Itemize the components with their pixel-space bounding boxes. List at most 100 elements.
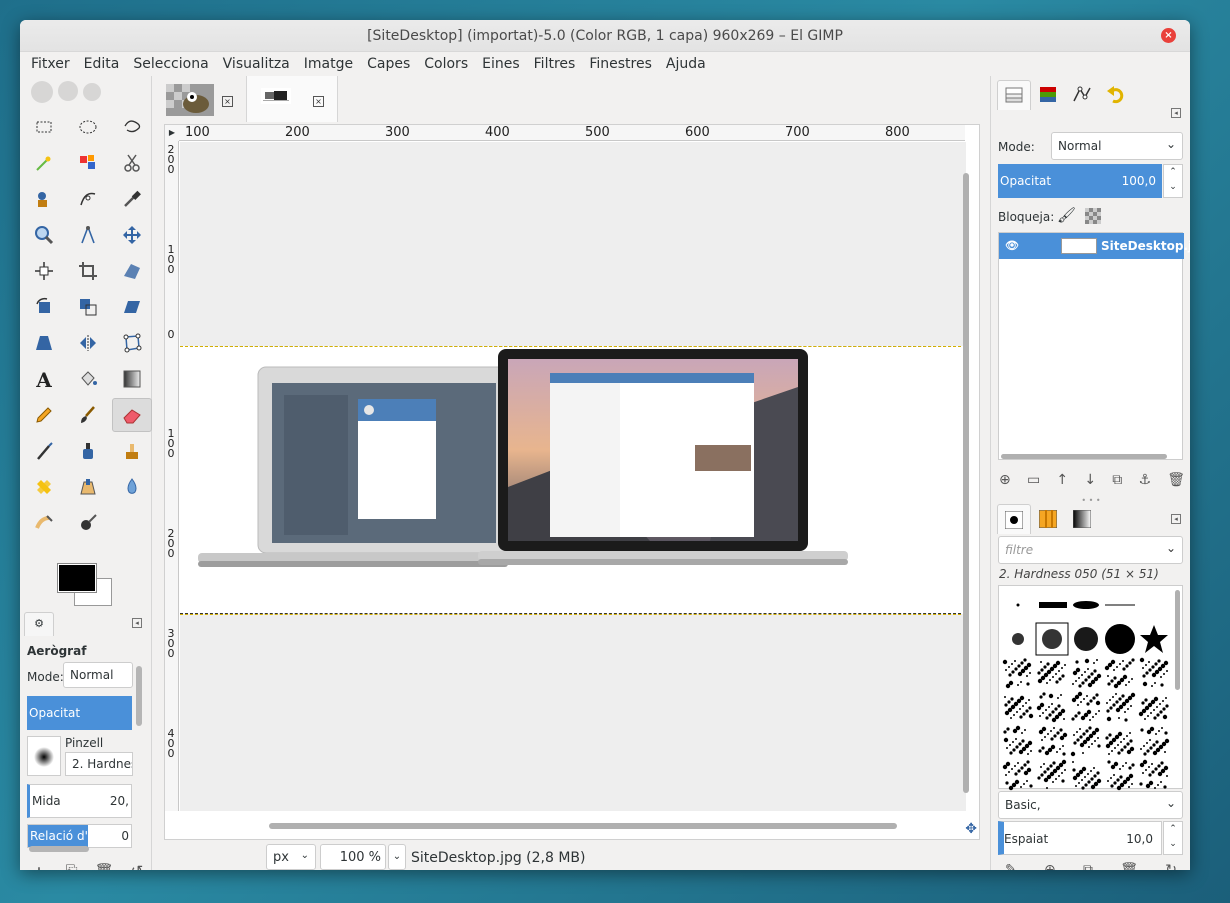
new-brush-icon[interactable]: ⊕ — [1044, 862, 1056, 870]
foreground-select-tool[interactable] — [24, 182, 64, 216]
zoom-dropdown-icon[interactable]: ⌄ — [388, 844, 406, 870]
horizontal-ruler[interactable]: 100 200 300 400 500 600 700 800 — [179, 125, 965, 141]
edit-brush-icon[interactable]: ✎ — [1005, 862, 1017, 870]
unit-select[interactable]: px ⌄ — [266, 844, 316, 870]
tab-undo-history[interactable] — [1099, 80, 1133, 110]
tab-patterns[interactable] — [1031, 504, 1065, 534]
rotate-tool[interactable] — [24, 290, 64, 324]
menu-eines[interactable]: Eines — [475, 56, 527, 72]
dodge-burn-tool[interactable] — [68, 506, 108, 540]
text-tool[interactable]: A — [24, 362, 64, 396]
close-icon[interactable]: × — [1161, 28, 1176, 43]
layer-opacity-slider[interactable]: Opacitat 100,0 — [998, 164, 1162, 198]
menu-visualitza[interactable]: Visualitza — [216, 56, 297, 72]
raise-layer-icon[interactable]: ↑ — [1056, 472, 1068, 488]
brush-cell[interactable] — [1001, 656, 1035, 690]
size-slider[interactable]: Mida 20, — [27, 784, 132, 818]
brush-cell[interactable] — [1035, 588, 1069, 622]
paintbrush-tool[interactable] — [68, 398, 108, 432]
menu-selecciona[interactable]: Selecciona — [126, 56, 215, 72]
ruler-corner-icon[interactable]: ▶ — [165, 125, 179, 141]
restore-options-icon[interactable]: ⎘ — [61, 862, 83, 870]
brush-cell[interactable] — [1001, 588, 1035, 622]
ink-tool[interactable] — [68, 434, 108, 468]
brush-cell[interactable] — [1103, 690, 1137, 724]
lock-alpha-icon[interactable] — [1085, 208, 1101, 224]
blur-tool[interactable] — [112, 470, 152, 504]
tool-options-tab[interactable]: ⚙ — [24, 612, 54, 636]
delete-layer-icon[interactable]: 🗑 — [1167, 472, 1185, 488]
zoom-tool[interactable] — [24, 218, 64, 252]
vertical-ruler[interactable]: 200 100 0 100 200 300 400 — [165, 141, 179, 811]
spacing-spinner[interactable]: ⌃ ⌄ — [1163, 821, 1183, 855]
canvas-hscroll[interactable] — [269, 823, 897, 829]
reset-options-icon[interactable]: ↺ — [126, 862, 148, 870]
navigate-icon[interactable]: ✥ — [965, 821, 977, 837]
opacity-slider[interactable]: Opacitat — [27, 696, 132, 730]
brush-cell[interactable] — [1137, 724, 1171, 758]
duplicate-layer-icon[interactable]: ⧉ — [1112, 472, 1122, 488]
layer-mode-select[interactable]: Normal ⌄ — [1051, 132, 1183, 160]
smudge-tool[interactable] — [24, 506, 64, 540]
lock-pixels-icon[interactable]: 🖌 — [1057, 206, 1076, 224]
measure-tool[interactable] — [68, 218, 108, 252]
menu-imatge[interactable]: Imatge — [297, 56, 360, 72]
menu-edita[interactable]: Edita — [77, 56, 127, 72]
refresh-brushes-icon[interactable]: ↻ — [1165, 862, 1177, 870]
delete-brush-icon[interactable]: 🗑 — [1120, 862, 1138, 870]
canvas[interactable] — [180, 142, 966, 811]
blend-tool[interactable] — [112, 362, 152, 396]
new-layer-icon[interactable]: ⊕ — [999, 472, 1011, 488]
unified-transform-tool[interactable] — [112, 254, 152, 288]
dock-menu-icon[interactable]: ◂ — [132, 618, 142, 628]
brush-cell[interactable] — [1001, 724, 1035, 758]
save-options-icon[interactable]: ⭳ — [28, 862, 50, 870]
image-tab-sitedesktop[interactable]: × — [246, 76, 338, 122]
brush-cell[interactable] — [1103, 622, 1137, 656]
foreground-color-swatch[interactable] — [57, 563, 97, 593]
dock-separator[interactable]: • • • — [991, 496, 1190, 505]
image-layer[interactable] — [180, 346, 966, 614]
brush-cell[interactable] — [1069, 622, 1103, 656]
zoom-field[interactable]: 100 % — [320, 844, 386, 870]
brush-cell[interactable] — [1001, 758, 1035, 792]
brush-filter-input[interactable]: filtre ⌄ — [998, 536, 1183, 564]
rect-select-tool[interactable] — [24, 110, 64, 144]
brush-preview[interactable] — [27, 736, 61, 776]
brush-cell[interactable] — [1137, 622, 1171, 656]
brush-cell[interactable] — [1137, 588, 1171, 622]
brush-cell[interactable] — [1103, 724, 1137, 758]
align-tool[interactable] — [24, 254, 64, 288]
perspective-clone-tool[interactable] — [68, 470, 108, 504]
scissors-tool[interactable] — [112, 146, 152, 180]
menu-filtres[interactable]: Filtres — [527, 56, 583, 72]
duplicate-brush-icon[interactable]: ⧉ — [1083, 862, 1093, 870]
tab-layers[interactable] — [997, 80, 1031, 110]
layer-opacity-spinner[interactable]: ⌃ ⌄ — [1163, 164, 1183, 198]
dock-menu-icon[interactable]: ◂ — [1171, 514, 1181, 524]
crop-tool[interactable] — [68, 254, 108, 288]
tool-options-vscroll[interactable] — [136, 666, 142, 726]
brush-cell[interactable] — [1069, 656, 1103, 690]
brush-cell[interactable] — [1035, 656, 1069, 690]
brush-cell[interactable] — [1069, 724, 1103, 758]
brush-cell[interactable] — [1137, 690, 1171, 724]
new-layer-group-icon[interactable]: ▭ — [1027, 472, 1040, 488]
close-tab-icon[interactable]: × — [313, 96, 324, 107]
paths-tool[interactable] — [68, 182, 108, 216]
heal-tool[interactable] — [24, 470, 64, 504]
spacing-slider[interactable]: Espaiat 10,0 — [998, 821, 1162, 855]
visibility-eye-icon[interactable]: 👁 — [1005, 239, 1019, 252]
move-tool[interactable] — [112, 218, 152, 252]
color-select-tool[interactable] — [68, 146, 108, 180]
tab-paths[interactable] — [1065, 80, 1099, 110]
anchor-layer-icon[interactable]: ⚓ — [1138, 472, 1151, 488]
tool-options-hscroll[interactable] — [29, 846, 89, 852]
brush-cell[interactable] — [1069, 758, 1103, 792]
brush-cell[interactable] — [1001, 690, 1035, 724]
brush-cell[interactable] — [1103, 588, 1137, 622]
bucket-fill-tool[interactable] — [68, 362, 108, 396]
brush-cell[interactable] — [1103, 656, 1137, 690]
aspect-ratio-slider[interactable]: Relació d'a 0 — [27, 824, 132, 848]
color-picker-tool[interactable] — [112, 182, 152, 216]
